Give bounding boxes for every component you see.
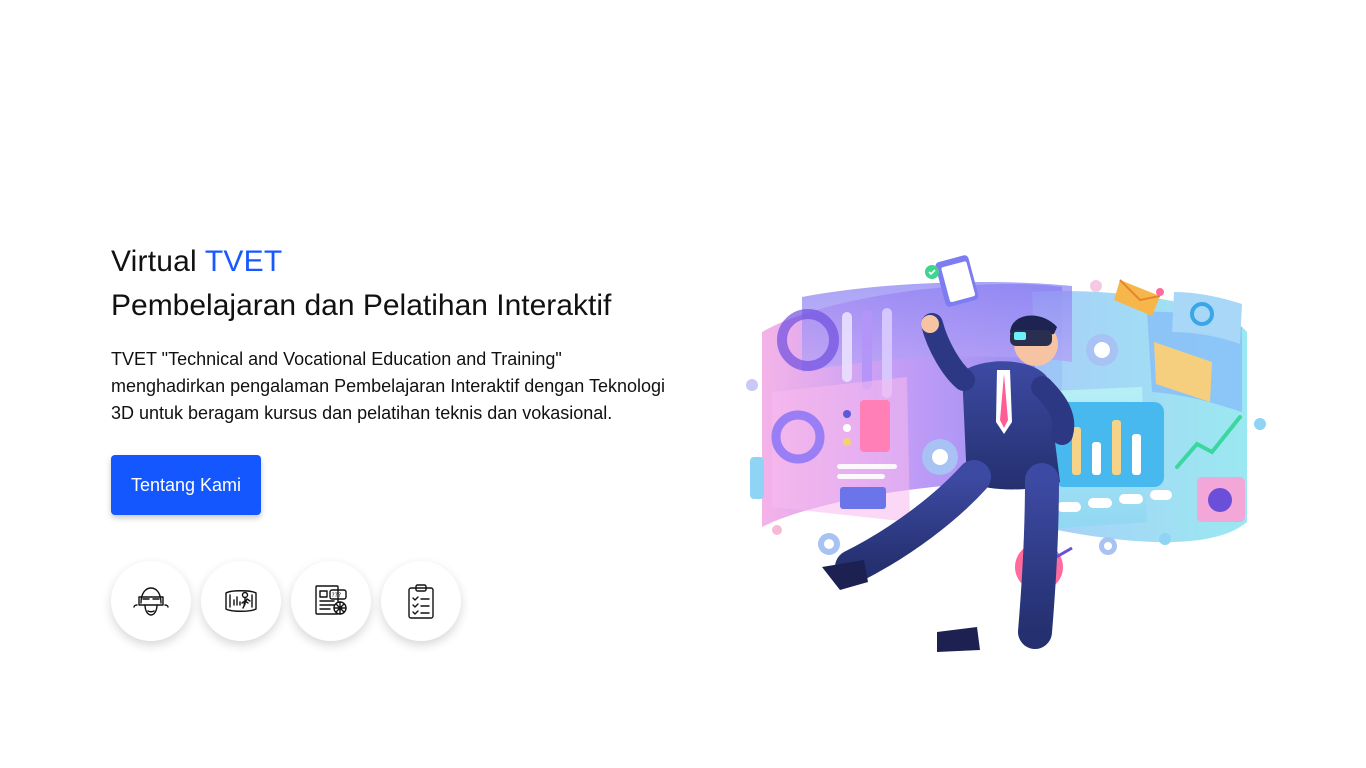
hero-title: Virtual TVET bbox=[111, 240, 701, 284]
vr-headset-icon bbox=[133, 587, 169, 616]
hero-section: Virtual TVET Pembelajaran dan Pelatihan … bbox=[0, 0, 1366, 768]
about-us-button[interactable]: Tentang Kami bbox=[111, 455, 261, 515]
feature-icons: ??? bbox=[111, 561, 701, 641]
vr-learning-illustration bbox=[746, 255, 1266, 652]
hero-content: Virtual TVET Pembelajaran dan Pelatihan … bbox=[111, 240, 701, 641]
checklist-icon bbox=[408, 584, 434, 619]
feature-display-button[interactable] bbox=[201, 561, 281, 641]
hero-title-prefix: Virtual bbox=[111, 245, 197, 278]
feature-quiz-button[interactable]: ??? bbox=[291, 561, 371, 641]
hero-description: TVET "Technical and Vocational Education… bbox=[111, 349, 666, 423]
interactive-display-icon bbox=[225, 590, 257, 612]
feature-checklist-button[interactable] bbox=[381, 561, 461, 641]
quiz-icon: ??? bbox=[315, 585, 347, 615]
hero-subtitle: Pembelajaran dan Pelatihan Interaktif bbox=[111, 289, 612, 322]
feature-vr-button[interactable] bbox=[111, 561, 191, 641]
hero-title-accent: TVET bbox=[204, 245, 283, 278]
svg-text:???: ??? bbox=[332, 592, 342, 599]
